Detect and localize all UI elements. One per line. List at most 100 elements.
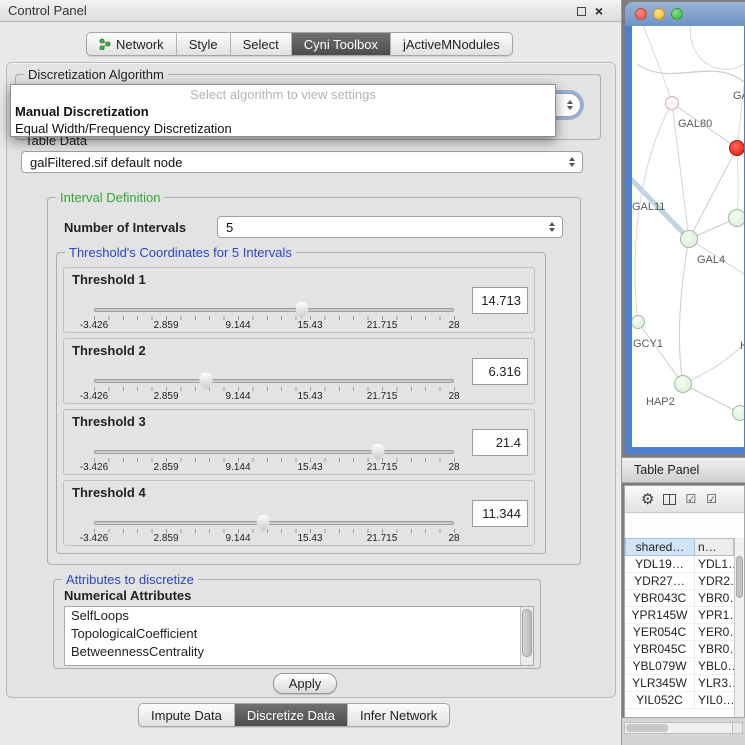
table-row[interactable]: YDR27…YDR2…	[625, 573, 734, 590]
table-data-combobox[interactable]: galFiltered.sif default node	[21, 151, 583, 173]
tab-infer-network[interactable]: Infer Network	[348, 704, 449, 726]
threshold-panel: Threshold 2 6.316 -3.426 2.859 9.144 15.…	[63, 338, 535, 404]
network-window-titlebar[interactable]	[625, 2, 745, 26]
tab-network[interactable]: Network	[87, 33, 177, 55]
table-panel-titlebar: Table Panel	[622, 457, 745, 483]
threshold-panel: Threshold 1 14.713 -3.426 2.859 9.144 15…	[63, 267, 535, 333]
float-window-icon[interactable]	[577, 7, 586, 16]
apply-button[interactable]: Apply	[273, 673, 337, 694]
scale-label: 15.43	[297, 320, 322, 331]
threshold-slider[interactable]	[94, 379, 454, 383]
app-root: Control Panel × Network Style Select Cyn	[0, 0, 745, 745]
scale-label: 9.144	[225, 533, 250, 544]
table-row[interactable]: YBR043CYBR0…	[625, 590, 734, 607]
checkbox-icon[interactable]: ☑	[706, 493, 718, 505]
network-canvas[interactable]: GAL80 GA GAL11 GAL4 GCY1 HAP2 H	[632, 26, 744, 447]
table-row[interactable]: YDL19…YDL1…	[625, 556, 734, 573]
table-row[interactable]: YIL052CYIL0…	[625, 692, 734, 709]
table-vertical-scrollbar[interactable]	[734, 538, 744, 717]
minimize-button[interactable]	[653, 8, 665, 20]
number-of-intervals-label: Number of Intervals	[64, 220, 186, 235]
number-of-intervals-combobox[interactable]: 5	[217, 216, 563, 238]
list-item[interactable]: TopologicalCoefficient	[65, 625, 533, 643]
network-window: GAL80 GA GAL11 GAL4 GCY1 HAP2 H	[625, 2, 745, 454]
tab-discretize-data[interactable]: Discretize Data	[235, 704, 348, 726]
group-title: Interval Definition	[56, 190, 164, 205]
panel-title: Control Panel	[8, 3, 87, 18]
scale-label: 9.144	[225, 462, 250, 473]
scale-label: 28	[448, 391, 459, 402]
threshold-value-field[interactable]: 21.4	[472, 429, 528, 456]
node-label: HAP2	[646, 396, 675, 408]
scrollbar-thumb[interactable]	[522, 609, 532, 657]
tab-label: Network	[116, 37, 164, 52]
threshold-value-field[interactable]: 6.316	[472, 358, 528, 385]
threshold-label: Threshold 3	[72, 414, 146, 429]
list-item[interactable]: BetweennessCentrality	[65, 643, 533, 661]
network-node-selected[interactable]	[729, 140, 744, 156]
table-row[interactable]: YBL079WYBL0…	[625, 658, 734, 675]
tab-jactivemnodules[interactable]: jActiveMNodules	[391, 33, 512, 55]
threshold-slider[interactable]	[94, 308, 454, 312]
scale-label: 28	[448, 462, 459, 473]
scrollbar-thumb[interactable]	[736, 556, 743, 598]
tab-cyni-toolbox[interactable]: Cyni Toolbox	[292, 33, 391, 55]
tab-impute-data[interactable]: Impute Data	[139, 704, 235, 726]
threshold-panel: Threshold 4 11.344 -3.426 2.859 9.144 15…	[63, 480, 535, 546]
algorithm-option[interactable]: Manual Discretization	[11, 103, 555, 120]
node-label: GAL4	[697, 254, 725, 266]
scale-label: 2.859	[153, 462, 178, 473]
settings-gear-icon[interactable]: ⚙	[641, 492, 654, 507]
algorithm-option[interactable]: Equal Width/Frequency Discretization	[11, 120, 555, 137]
table-horizontal-scrollbar[interactable]	[624, 722, 735, 734]
network-node[interactable]	[728, 209, 744, 227]
network-node[interactable]	[732, 405, 744, 421]
node-label: GAL80	[678, 118, 712, 130]
right-column: GAL80 GA GAL11 GAL4 GCY1 HAP2 H Table Pa…	[622, 0, 745, 745]
tab-select[interactable]: Select	[231, 33, 292, 55]
threshold-slider[interactable]	[94, 521, 454, 525]
list-item[interactable]: SelfLoops	[65, 607, 533, 625]
node-label: GCY1	[633, 338, 663, 350]
scrollbar-thumb[interactable]	[626, 724, 668, 732]
table-panel-footer	[622, 718, 745, 745]
tab-label: Cyni Toolbox	[304, 37, 378, 52]
threshold-slider[interactable]	[94, 450, 454, 454]
columns-icon[interactable]	[663, 494, 676, 505]
close-button[interactable]	[635, 8, 647, 20]
list-scrollbar[interactable]	[520, 607, 533, 665]
slider-scale: -3.426 2.859 9.144 15.43 21.715 28	[94, 533, 454, 545]
table-row[interactable]: YPR145WYPR1…	[625, 607, 734, 624]
zoom-button[interactable]	[671, 8, 683, 20]
threshold-value-field[interactable]: 11.344	[472, 500, 528, 527]
table-panel-title: Table Panel	[634, 463, 699, 477]
scale-label: 21.715	[367, 533, 398, 544]
scale-label: 28	[448, 533, 459, 544]
scale-label: 9.144	[225, 391, 250, 402]
node-label: GA	[733, 90, 744, 102]
scale-label: -3.426	[80, 533, 108, 544]
network-node[interactable]	[665, 96, 679, 110]
network-node[interactable]	[674, 375, 692, 393]
tab-label: Style	[189, 37, 218, 52]
number-of-intervals-value: 5	[218, 220, 549, 235]
threshold-value-field[interactable]: 14.713	[472, 287, 528, 314]
select-all-checkbox-icon[interactable]: ☑	[685, 493, 697, 505]
column-header-shared-name[interactable]: shared…	[625, 538, 695, 556]
table-header-row: shared… n…	[625, 538, 734, 556]
close-icon[interactable]: ×	[595, 4, 603, 18]
scale-label: -3.426	[80, 391, 108, 402]
scale-label: 2.859	[153, 533, 178, 544]
tab-style[interactable]: Style	[177, 33, 231, 55]
scale-label: 28	[448, 320, 459, 331]
column-header-name[interactable]: n…	[695, 538, 734, 556]
table-row[interactable]: YLR345WYLR3…	[625, 675, 734, 692]
updown-arrows-icon	[567, 100, 573, 110]
attributes-group: Attributes to discretize Numerical Attri…	[53, 579, 541, 669]
scale-label: 15.43	[297, 533, 322, 544]
popup-hint: Select algorithm to view settings	[11, 87, 555, 103]
network-node[interactable]	[680, 230, 698, 248]
table-row[interactable]: YBR045CYBR0…	[625, 641, 734, 658]
scrollbar-corner	[732, 722, 743, 734]
table-row[interactable]: YER054CYER0…	[625, 624, 734, 641]
